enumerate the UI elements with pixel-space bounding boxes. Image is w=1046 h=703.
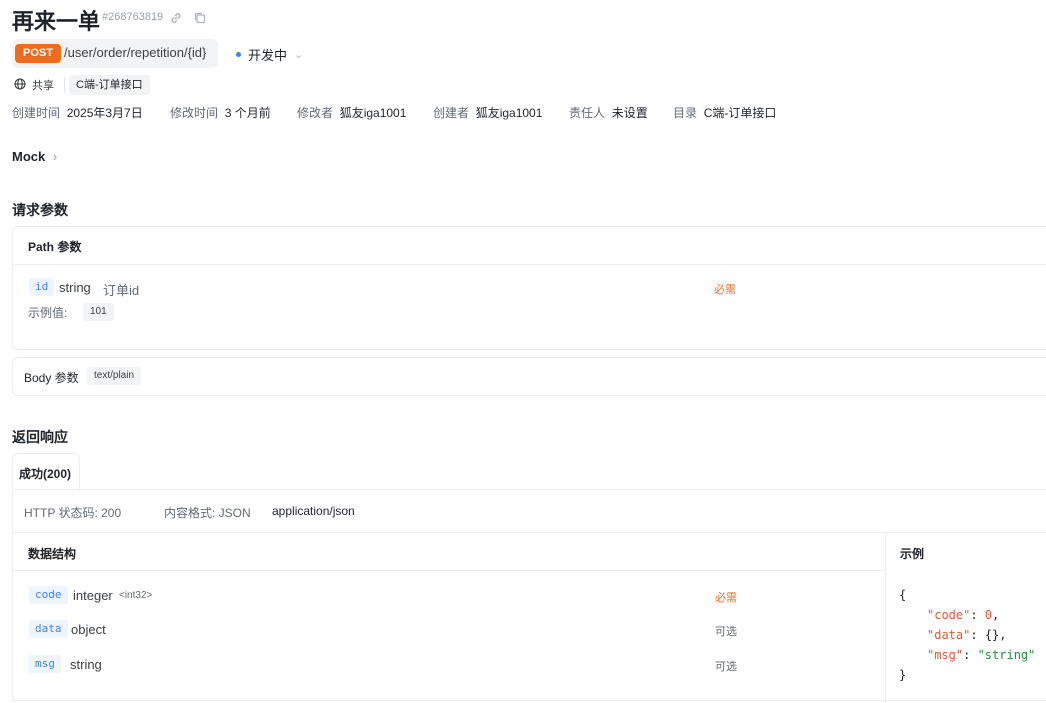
copy-icon[interactable] [193,11,207,25]
field-optional: 可选 [715,626,737,638]
field-required: 必需 [715,592,737,604]
endpoint-bar[interactable]: POST /user/order/repetition/{id} [12,39,218,68]
divider [64,77,65,93]
json-line: "data": {}, [927,628,1007,642]
response-panel: HTTP 状态码: 200 内容格式: JSON application/jso… [12,489,1046,703]
status-dropdown[interactable]: 开发中 ⌄ [236,45,303,64]
mock-label: Mock [12,149,46,164]
divider [885,533,886,703]
field-name: msg [29,655,61,673]
mime-type: application/json [272,504,355,518]
meta-creator: 创建者 狐友iga1001 [433,106,543,120]
schema-title: 数据结构 [28,547,77,561]
meta-modified-time: 修改时间 3 个月前 [170,106,271,120]
body-params-title: Body 参数 [24,371,79,385]
json-close-brace: } [899,668,907,682]
method-badge: POST [15,44,61,63]
path-params-card: Path 参数 id string 订单id 必需 示例值: 101 [12,226,1046,350]
share-indicator[interactable]: 共享 [14,77,54,93]
example-title: 示例 [900,547,925,561]
meta-created-time: 创建时间 2025年3月7日 [12,106,143,120]
content-type-badge: text/plain [87,367,142,385]
divider [13,570,885,571]
globe-icon [14,77,26,93]
doc-id: #268763819 [102,11,164,23]
endpoint-path: /user/order/repetition/{id} [64,45,207,60]
status-dot-icon [236,52,241,57]
http-status: HTTP 状态码: 200 [24,506,122,520]
tab-label: 成功(200) [19,467,72,481]
param-desc: 订单id [103,283,140,298]
param-type: string [59,280,91,295]
param-required: 必需 [714,284,736,296]
mock-toggle[interactable]: Mock › [12,149,57,164]
body-params-card[interactable]: Body 参数 text/plain [12,357,1046,396]
field-optional: 可选 [715,661,737,673]
share-label: 共享 [32,80,54,92]
example-label: 示例值: [28,306,68,320]
field-type: object [71,622,106,637]
json-open-brace: { [899,588,907,602]
field-type: integer [73,588,113,603]
divider [13,532,1046,533]
divider [13,264,1046,265]
json-line: "msg": "string" [927,648,1036,662]
param-name: id [29,278,55,296]
chevron-down-icon: ⌄ [294,49,304,61]
content-format: 内容格式: JSON [164,506,251,520]
example-json: { "code": 0, "data": {}, "msg": "string"} [899,585,1035,685]
response-title: 返回响应 [12,429,68,445]
link-icon[interactable] [169,11,183,25]
status-label: 开发中 [248,48,288,63]
chevron-right-icon: › [52,149,58,164]
field-type: string [70,657,102,672]
tab-success-200[interactable]: 成功(200) [12,453,80,491]
example-value: 101 [83,303,114,321]
field-name: data [29,620,68,638]
json-line: "code": 0, [927,608,1000,622]
meta-modifier: 修改者 狐友iga1001 [297,106,407,120]
meta-owner[interactable]: 责任人 未设置 [569,104,648,121]
meta-folder[interactable]: 目录 C端-订单接口 [673,104,776,121]
request-params-title: 请求参数 [12,202,68,218]
path-params-title: Path 参数 [28,240,82,254]
folder-tag[interactable]: C端-订单接口 [69,75,150,95]
field-name: code [29,586,68,604]
page-title: 再来一单 [12,9,101,34]
field-format: <int32> [119,590,153,601]
